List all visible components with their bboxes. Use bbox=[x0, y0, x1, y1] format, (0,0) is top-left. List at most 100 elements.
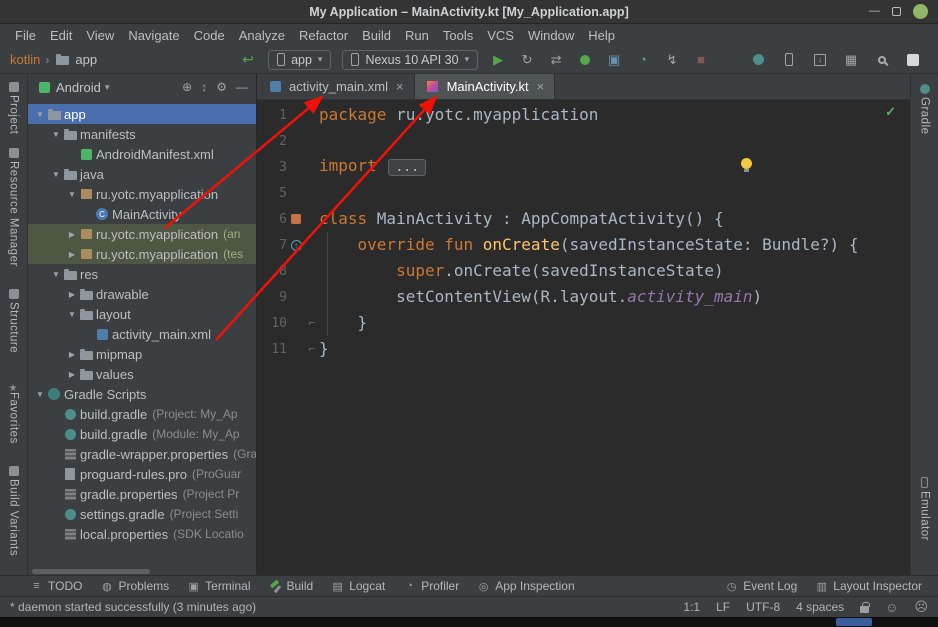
tree-item-settings-gradle-project-setti[interactable]: settings.gradle(Project Setti bbox=[28, 504, 256, 524]
menu-tools[interactable]: Tools bbox=[436, 26, 480, 45]
tool-window-logcat[interactable]: ▤Logcat bbox=[331, 579, 385, 593]
run-button[interactable]: ▶ bbox=[489, 51, 507, 69]
tool-button-favorites[interactable]: Favorites bbox=[8, 373, 20, 444]
tool-button-structure[interactable]: Structure bbox=[8, 283, 20, 353]
tree-item-activity-main-xml[interactable]: activity_main.xml bbox=[28, 324, 256, 344]
horizontal-scrollbar[interactable] bbox=[28, 567, 256, 575]
fold-marker-icon[interactable]: ⌐ bbox=[305, 317, 319, 329]
tree-item-res[interactable]: ▼res bbox=[28, 264, 256, 284]
chevron-down-icon[interactable]: ▼ bbox=[50, 130, 62, 139]
tab-mainactivity-kt[interactable]: MainActivity.kt× bbox=[415, 74, 556, 99]
attach-debugger-icon[interactable]: ↯ bbox=[663, 51, 681, 69]
breadcrumb-module[interactable]: kotlin bbox=[10, 52, 40, 67]
frown-icon[interactable]: ☹ bbox=[914, 599, 928, 615]
search-everywhere-icon[interactable] bbox=[873, 51, 891, 69]
debug-icon[interactable] bbox=[576, 51, 594, 69]
chevron-right-icon[interactable]: ▶ bbox=[66, 370, 78, 379]
sdk-manager-icon[interactable]: ↓ bbox=[811, 51, 829, 69]
tool-button-resource-manager[interactable]: Resource Manager bbox=[8, 142, 20, 267]
menu-file[interactable]: File bbox=[8, 26, 43, 45]
menu-view[interactable]: View bbox=[79, 26, 121, 45]
chevron-down-icon[interactable]: ▼ bbox=[50, 270, 62, 279]
tree-item-local-properties-sdk-locatio[interactable]: local.properties(SDK Locatio bbox=[28, 524, 256, 544]
tree-item-build-gradle-module-my-ap[interactable]: build.gradle(Module: My_Ap bbox=[28, 424, 256, 444]
tool-window-event-log[interactable]: ◷Event Log bbox=[725, 579, 797, 593]
chevron-right-icon[interactable]: ▶ bbox=[66, 350, 78, 359]
breadcrumb-folder[interactable]: app bbox=[75, 52, 97, 67]
tab-activity-main-xml[interactable]: activity_main.xml× bbox=[257, 74, 415, 99]
menu-build[interactable]: Build bbox=[355, 26, 398, 45]
fold-marker-icon[interactable]: ⌐ bbox=[305, 343, 319, 355]
scrollbar-thumb[interactable] bbox=[32, 569, 150, 574]
tree-item-manifests[interactable]: ▼manifests bbox=[28, 124, 256, 144]
chevron-down-icon[interactable]: ▼ bbox=[34, 110, 46, 119]
apply-changes-icon[interactable]: ↻ bbox=[518, 51, 536, 69]
menu-edit[interactable]: Edit bbox=[43, 26, 79, 45]
tool-window-terminal[interactable]: ▣Terminal bbox=[187, 579, 250, 593]
close-icon[interactable]: × bbox=[537, 79, 545, 94]
readonly-lock-icon[interactable] bbox=[860, 606, 869, 613]
minimize-button[interactable]: — bbox=[869, 6, 880, 17]
tree-item-gradle-properties-project-pr[interactable]: gradle.properties(Project Pr bbox=[28, 484, 256, 504]
tree-item-drawable[interactable]: ▶drawable bbox=[28, 284, 256, 304]
device-manager-icon[interactable] bbox=[780, 51, 798, 69]
chevron-right-icon[interactable]: ▶ bbox=[66, 290, 78, 299]
menu-analyze[interactable]: Analyze bbox=[232, 26, 292, 45]
smiley-icon[interactable]: ☺ bbox=[885, 600, 898, 615]
chevron-down-icon[interactable]: ▾ bbox=[105, 82, 110, 93]
tree-item-values[interactable]: ▶values bbox=[28, 364, 256, 384]
coverage-icon[interactable]: ▣ bbox=[605, 51, 623, 69]
tool-button-project[interactable]: Project bbox=[8, 76, 20, 134]
chevron-down-icon[interactable]: ▼ bbox=[50, 170, 62, 179]
menu-window[interactable]: Window bbox=[521, 26, 581, 45]
tree-item-androidmanifest-xml[interactable]: AndroidManifest.xml bbox=[28, 144, 256, 164]
chevron-down-icon[interactable]: ▼ bbox=[66, 190, 78, 199]
taskbar-item[interactable] bbox=[836, 618, 872, 626]
chevron-down-icon[interactable]: ▼ bbox=[66, 310, 78, 319]
tree-item-ru-yotc-myapplication-an[interactable]: ▶ru.yotc.myapplication(an bbox=[28, 224, 256, 244]
menu-vcs[interactable]: VCS bbox=[480, 26, 521, 45]
close-icon[interactable]: × bbox=[396, 79, 404, 94]
tool-window-problems[interactable]: ◍Problems bbox=[100, 579, 169, 593]
menu-navigate[interactable]: Navigate bbox=[121, 26, 186, 45]
hide-panel-icon[interactable]: — bbox=[236, 80, 248, 94]
tree-item-build-gradle-project-my-ap[interactable]: build.gradle(Project: My_Ap bbox=[28, 404, 256, 424]
tree-item-proguard-rules-pro-proguar[interactable]: proguard-rules.pro(ProGuar bbox=[28, 464, 256, 484]
tree-item-gradle-wrapper-properties-gra[interactable]: gradle-wrapper.properties(Gra bbox=[28, 444, 256, 464]
notifications-icon[interactable] bbox=[904, 51, 922, 69]
menu-refactor[interactable]: Refactor bbox=[292, 26, 355, 45]
tool-window-layout-inspector[interactable]: ▥Layout Inspector bbox=[815, 579, 922, 593]
intention-bulb-icon[interactable] bbox=[741, 158, 752, 169]
back-arrow-icon[interactable]: ↩ bbox=[239, 51, 257, 69]
chevron-right-icon[interactable]: ▶ bbox=[66, 230, 78, 239]
tree-item-java[interactable]: ▼java bbox=[28, 164, 256, 184]
menu-run[interactable]: Run bbox=[398, 26, 436, 45]
tool-window-app-inspection[interactable]: ◎App Inspection bbox=[477, 579, 574, 593]
tool-window-build[interactable]: Build bbox=[269, 579, 314, 593]
locate-icon[interactable]: ⊕ bbox=[182, 80, 192, 94]
maximize-button[interactable] bbox=[892, 7, 901, 16]
tree-item-gradle-scripts[interactable]: ▼Gradle Scripts bbox=[28, 384, 256, 404]
tree-item-layout[interactable]: ▼layout bbox=[28, 304, 256, 324]
tool-window-profiler[interactable]: ◔Profiler bbox=[403, 579, 459, 593]
profiler-icon[interactable]: ◔ bbox=[634, 51, 652, 69]
override-gutter-icon[interactable]: ↑ bbox=[287, 240, 305, 251]
tool-button-gradle[interactable]: Gradle bbox=[919, 78, 931, 135]
close-button[interactable] bbox=[913, 4, 928, 19]
settings-gear-icon[interactable]: ⚙ bbox=[216, 80, 227, 94]
chevron-down-icon[interactable]: ▼ bbox=[34, 390, 46, 399]
tree-item-mainactivity[interactable]: CMainActivity bbox=[28, 204, 256, 224]
file-encoding[interactable]: UTF-8 bbox=[746, 600, 780, 614]
gradle-sync-icon[interactable] bbox=[749, 51, 767, 69]
project-structure-icon[interactable]: ▦ bbox=[842, 51, 860, 69]
menu-help[interactable]: Help bbox=[581, 26, 622, 45]
project-view-selector[interactable]: Android bbox=[56, 80, 101, 95]
tree-item-app[interactable]: ▼app bbox=[28, 104, 256, 124]
chevron-right-icon[interactable]: ▶ bbox=[66, 250, 78, 259]
tree-item-ru-yotc-myapplication-tes[interactable]: ▶ru.yotc.myapplication(tes bbox=[28, 244, 256, 264]
folded-import-region[interactable]: ... bbox=[388, 159, 425, 176]
device-selector[interactable]: Nexus 10 API 30 ▾ bbox=[342, 50, 478, 70]
caret-position[interactable]: 1:1 bbox=[683, 600, 700, 614]
tree-item-ru-yotc-myapplication[interactable]: ▼ru.yotc.myapplication bbox=[28, 184, 256, 204]
tool-button-emulator[interactable]: Emulator bbox=[919, 471, 931, 541]
